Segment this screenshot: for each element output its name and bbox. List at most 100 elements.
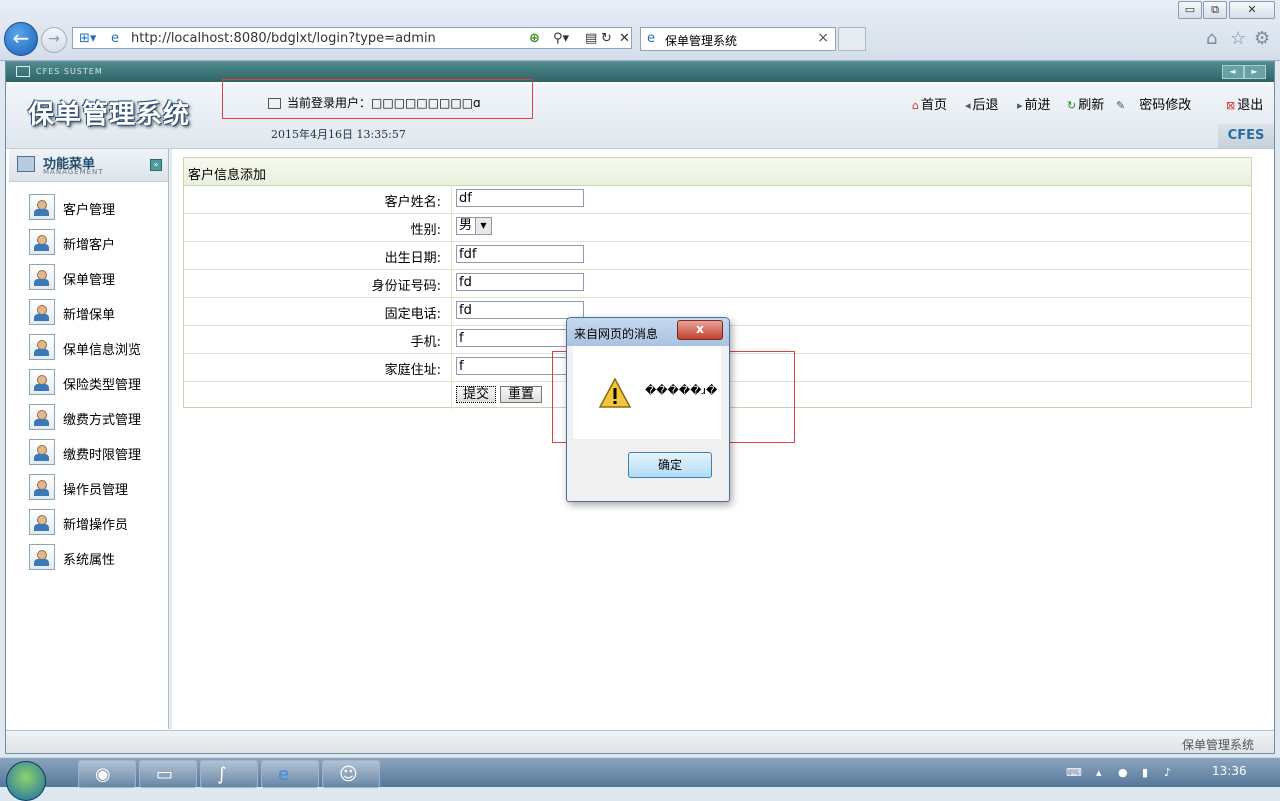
birthdate-input[interactable]: fdf <box>456 245 584 263</box>
nav-back[interactable]: ◂ 后退 <box>965 94 999 113</box>
compat-view-icon[interactable]: ⊞▾ <box>79 31 96 46</box>
nav-change-password[interactable]: ✎ 密码修改 <box>1116 94 1191 113</box>
user-icon <box>29 194 55 220</box>
chevron-down-icon: ▼ <box>475 218 491 234</box>
volume-icon[interactable]: ♪ <box>1164 766 1171 779</box>
field-label: 出生日期: <box>384 251 441 266</box>
user-icon <box>29 229 55 255</box>
dialog-message: �����ɹ� <box>645 384 718 397</box>
warning-icon <box>599 378 631 408</box>
qq-icon[interactable]: ● <box>1118 766 1128 779</box>
minimize-button[interactable]: ▭ <box>1178 1 1202 19</box>
field-label: 身份证号码: <box>371 279 441 294</box>
id-number-input[interactable]: fd <box>456 273 584 291</box>
keyboard-icon[interactable]: ⌨ <box>1066 766 1082 779</box>
mobile-input[interactable]: f <box>456 329 584 347</box>
user-icon <box>29 264 55 290</box>
sidebar-item-add-operator[interactable]: 新增操作员 <box>29 509 159 537</box>
sidebar-item-system-props[interactable]: 系统属性 <box>29 544 159 572</box>
phone-input[interactable]: fd <box>456 301 584 319</box>
sidebar-item-add-policy[interactable]: 新增保单 <box>29 299 159 327</box>
form-row-birthdate: 出生日期: fdf <box>184 241 1251 270</box>
dialog-titlebar[interactable]: 来自网页的消息 x <box>567 318 729 346</box>
back-button[interactable]: ← <box>4 22 38 56</box>
submit-button[interactable]: 提交 <box>456 386 496 403</box>
customer-name-input[interactable]: df <box>456 189 584 207</box>
splitter[interactable] <box>169 149 172 729</box>
sidebar-header: 功能菜单 MANAGEMENT » <box>9 149 168 182</box>
forward-arrow-icon: ▸ <box>1017 99 1023 112</box>
taskbar-explorer[interactable]: ▭ <box>139 760 197 788</box>
sidebar-item-payment-method[interactable]: 缴费方式管理 <box>29 404 159 432</box>
dialog-close-button[interactable]: x <box>677 320 723 340</box>
ie-page-icon: e <box>111 31 119 46</box>
add-icon[interactable]: ⊕ <box>529 31 540 46</box>
system-bar: CFES SUSTEM ◄ ► <box>6 62 1274 82</box>
system-label: CFES SUSTEM <box>36 67 103 76</box>
taskbar-ie[interactable]: e <box>261 760 319 788</box>
taskbar-app-5[interactable]: ☺ <box>322 760 380 788</box>
nav-refresh[interactable]: ↻ 刷新 <box>1067 94 1104 113</box>
network-icon[interactable]: ▮ <box>1142 766 1148 779</box>
sidebar-item-insurance-type[interactable]: 保险类型管理 <box>29 369 159 397</box>
forward-button[interactable]: → <box>41 27 67 53</box>
sidebar-item-add-customer[interactable]: 新增客户 <box>29 229 159 257</box>
scroll-right-button[interactable]: ► <box>1244 65 1266 79</box>
maximize-button[interactable]: ⧉ <box>1203 1 1227 19</box>
sidebar-item-policy-browse[interactable]: 保单信息浏览 <box>29 334 159 362</box>
field-label: 固定电话: <box>384 307 441 322</box>
user-icon <box>29 509 55 535</box>
monitor-icon <box>16 66 30 77</box>
house-icon: ⌂ <box>912 99 919 112</box>
user-icon <box>29 369 55 395</box>
tab-close-button[interactable]: × <box>817 30 829 46</box>
arrow-right-icon: → <box>48 31 60 47</box>
refresh-icon: ↻ <box>1067 99 1077 112</box>
app-icon: ☺ <box>339 764 358 785</box>
collapse-icon[interactable]: » <box>150 159 162 171</box>
gender-select[interactable]: 男 ▼ <box>456 217 492 235</box>
form-row-name: 客户姓名: df <box>184 185 1251 214</box>
stop-icon[interactable]: ✕ <box>619 31 630 46</box>
dialog-title: 来自网页的消息 <box>574 327 659 341</box>
logout-icon: ⊠ <box>1226 99 1236 112</box>
favorites-star-icon[interactable]: ☆ <box>1230 28 1246 49</box>
sidebar-item-policy-mgmt[interactable]: 保单管理 <box>29 264 159 292</box>
nav-logout[interactable]: ⊠ 退出 <box>1226 94 1263 113</box>
address-bar[interactable]: ⊞▾ e http://localhost:8080/bdglxt/login?… <box>72 27 632 49</box>
scroll-left-button[interactable]: ◄ <box>1222 65 1244 79</box>
search-icon[interactable]: ⚲▾ <box>553 31 569 46</box>
taskbar-app-3[interactable]: ∫ <box>200 760 258 788</box>
sidebar-item-payment-term[interactable]: 缴费时限管理 <box>29 439 159 467</box>
sidebar-item-customer-mgmt[interactable]: 客户管理 <box>29 194 159 222</box>
nav-home[interactable]: ⌂ 首页 <box>912 94 947 113</box>
tab-active[interactable]: e 保单管理系统 × <box>640 27 836 51</box>
gear-icon[interactable]: ⚙ <box>1254 28 1270 49</box>
chevron-up-icon[interactable]: ▴ <box>1096 766 1102 779</box>
form-title-bar: 客户信息添加 <box>184 158 1251 186</box>
taskbar-app-1[interactable]: ◉ <box>78 760 136 788</box>
user-icon <box>29 439 55 465</box>
close-window-button[interactable]: ✕ <box>1229 1 1275 19</box>
start-button[interactable] <box>6 761 46 801</box>
reset-button[interactable]: 重置 <box>500 386 542 403</box>
ie-icon: e <box>278 764 290 785</box>
sidebar-item-operator-mgmt[interactable]: 操作员管理 <box>29 474 159 502</box>
ok-button[interactable]: 确定 <box>628 452 712 478</box>
nav-forward[interactable]: ▸ 前进 <box>1017 94 1051 113</box>
home-icon[interactable]: ⌂ <box>1206 28 1217 49</box>
app-header: 保单管理系统 当前登录用户：□□□□□□□□□ɑ 2015年4月16日 13:3… <box>6 84 1274 149</box>
brand-logo: CFES <box>1218 124 1274 148</box>
status-text: 保单管理系统 <box>1181 738 1254 752</box>
form-title: 客户信息添加 <box>188 168 267 183</box>
user-icon <box>29 334 55 360</box>
taskbar-clock[interactable]: 13:36 <box>1212 764 1247 778</box>
ie-tab-icon: e <box>647 31 655 46</box>
refresh-icon[interactable]: ↻ <box>601 31 612 46</box>
new-tab-button[interactable] <box>838 27 866 51</box>
compat-icon[interactable]: ▤ <box>585 31 597 46</box>
url-text[interactable]: http://localhost:8080/bdglxt/login?type=… <box>131 31 436 46</box>
folder-icon: ▭ <box>156 764 174 785</box>
sidebar-subtitle: MANAGEMENT <box>43 168 104 176</box>
status-bar: 保单管理系统 <box>6 730 1274 753</box>
